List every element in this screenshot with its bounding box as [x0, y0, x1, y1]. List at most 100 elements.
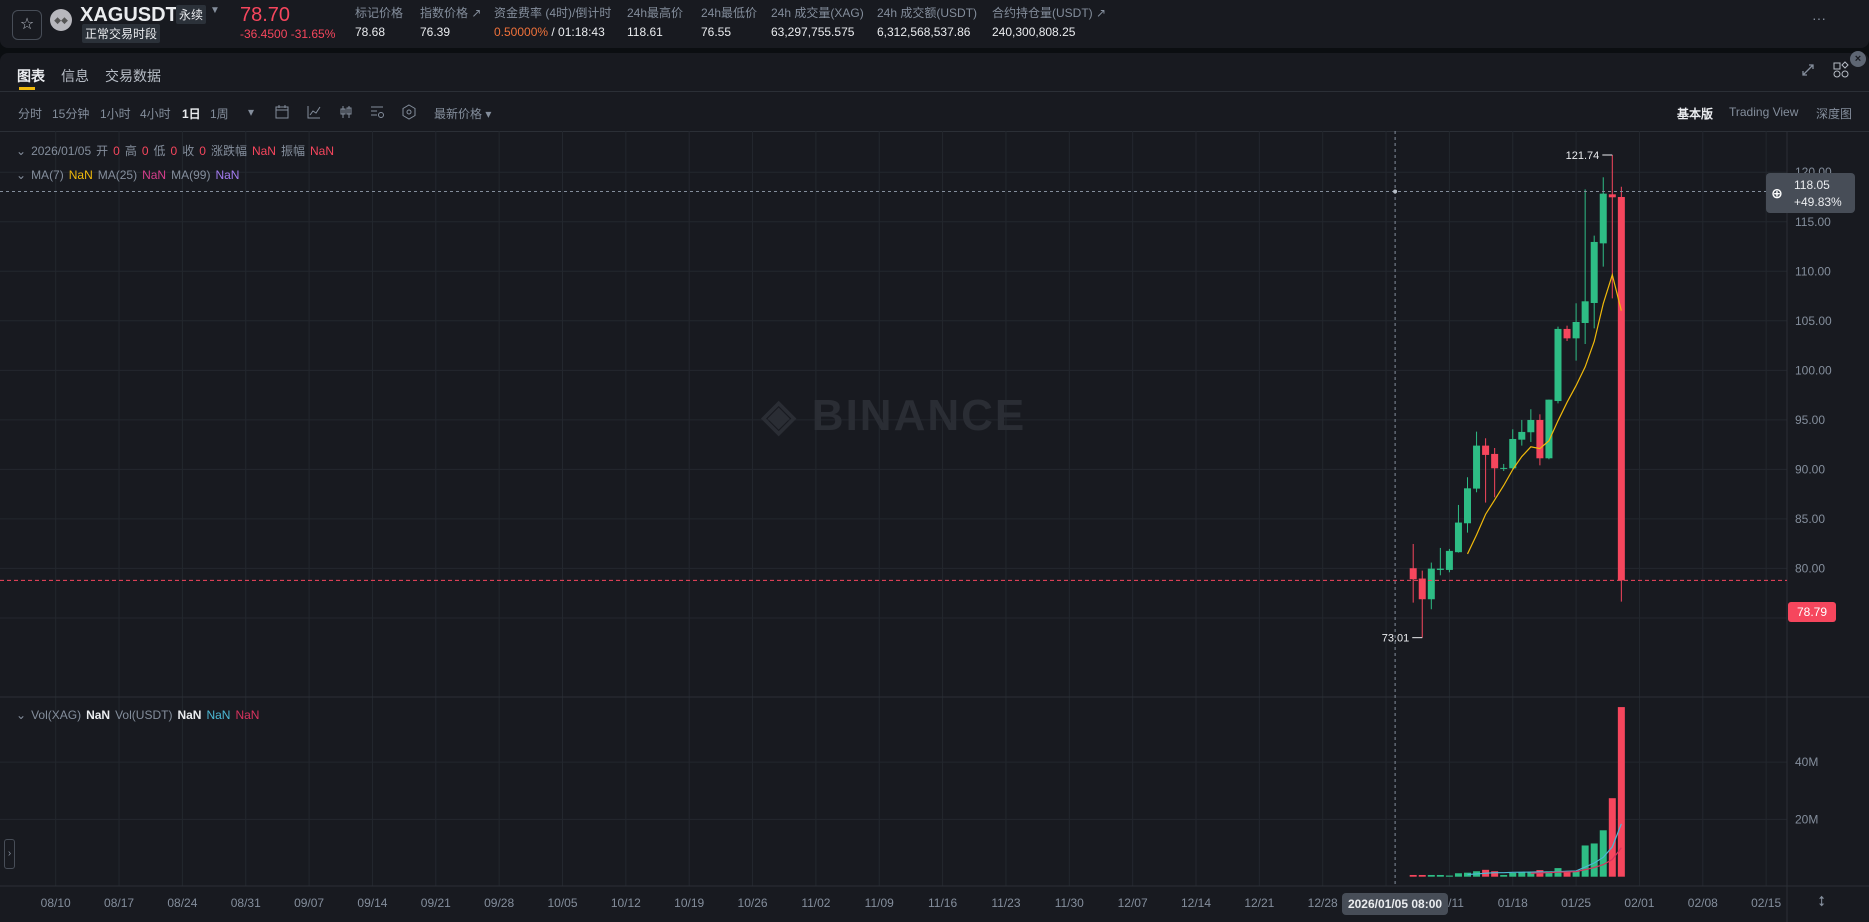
candle-body [1527, 419, 1535, 433]
volume-bar [1491, 871, 1499, 877]
hexagon-settings-icon[interactable] [401, 104, 417, 120]
x-tick-label: 11/02 [801, 896, 830, 910]
fullscreen-expand-icon[interactable] [1800, 62, 1816, 78]
candle-body [1554, 328, 1562, 402]
x-tick-label: 10/05 [547, 896, 577, 910]
close-icon[interactable]: × [1850, 51, 1866, 67]
collapse-chevron-icon[interactable]: ⌄ [16, 168, 26, 182]
volume-bar [1409, 874, 1417, 877]
volume-bar [1518, 872, 1526, 877]
tab-chart[interactable]: 图表 [17, 66, 45, 86]
price-tick-label: 95.00 [1795, 413, 1825, 427]
low-label: 低 [153, 144, 166, 158]
last-price: 78.70 [240, 4, 291, 26]
legend-date: 2026/01/05 [31, 144, 92, 158]
volume-ma-line-a [1467, 823, 1622, 876]
stat-label: 合约持仓量(USDT) ↗ [992, 6, 1107, 20]
stat-label: 24h 成交量(XAG) [771, 6, 864, 20]
more-intervals-dropdown-icon[interactable]: ▾ [248, 105, 254, 119]
x-tick-label: 09/07 [294, 896, 324, 910]
crosshair-percent: +49.83% [1794, 195, 1842, 209]
amplitude-value: NaN [309, 144, 334, 158]
more-icon[interactable]: ··· [1812, 10, 1826, 26]
stat-value: 78.68 [355, 25, 386, 39]
x-tick-label: 09/14 [357, 896, 387, 910]
candle-body [1563, 328, 1571, 339]
open-value: 0 [113, 144, 120, 158]
interval-4[interactable]: 1日 [182, 105, 201, 122]
stat-label: 24h 成交额(USDT) [877, 6, 978, 20]
x-tick-label: 01/18 [1498, 896, 1528, 910]
symbol-dropdown-icon[interactable]: ▼ [210, 5, 220, 16]
expand-sidebar-chevron-icon[interactable]: › [4, 839, 15, 869]
price-tick-label: 100.00 [1795, 363, 1832, 377]
high-price-label: 121.74 [1566, 150, 1600, 162]
session-badge: 正常交易时段 [82, 24, 161, 43]
candlestick-chart[interactable]: 120.00115.00110.00105.00100.0095.0090.00… [0, 131, 1869, 922]
x-tick-label: 02/08 [1688, 896, 1718, 910]
volume-legend: ⌄ Vol(XAG) NaN Vol(USDT) NaN NaN NaN [16, 708, 264, 722]
candle-body [1518, 431, 1526, 440]
auto-fit-scale-icon[interactable]: ⭥ [1818, 893, 1826, 910]
candle-body [1590, 241, 1598, 303]
candle-body [1482, 445, 1490, 455]
volume-bar [1599, 830, 1607, 877]
vol-xag-label: Vol(XAG) [31, 708, 82, 722]
crosshair-price-label: 118.05 +49.83% [1788, 173, 1855, 213]
interval-1[interactable]: 15分钟 [52, 105, 89, 122]
x-tick-label: 02/01 [1624, 896, 1654, 910]
vol-ma-b-value: NaN [235, 708, 260, 722]
layout-widgets-icon[interactable] [1832, 61, 1850, 79]
tab-info[interactable]: 信息 [61, 66, 89, 86]
view-1[interactable]: Trading View [1729, 105, 1798, 119]
price-type-dropdown[interactable]: 最新价格 ▾ [434, 105, 491, 122]
collapse-chevron-icon[interactable]: ⌄ [16, 144, 26, 158]
ticker-header: ☆ ◆◆ XAGUSDT 永续 ▼ 正常交易时段 78.70 -36.4500 … [0, 0, 1869, 48]
x-tick-label: 12/21 [1244, 896, 1274, 910]
x-tick-label: 08/17 [104, 896, 134, 910]
x-tick-label: 09/28 [484, 896, 514, 910]
candle-body [1617, 196, 1625, 581]
vol-ma-a-value: NaN [206, 708, 231, 722]
ma7-label: MA(7) [31, 168, 64, 182]
volume-bar [1509, 872, 1517, 877]
interval-5[interactable]: 1周 [210, 105, 229, 122]
candle-type-icon[interactable] [338, 104, 354, 120]
favorite-star-icon[interactable]: ☆ [12, 10, 42, 40]
volume-bar [1590, 843, 1598, 877]
x-tick-label: 08/10 [41, 896, 71, 910]
calendar-icon[interactable] [274, 104, 290, 120]
candle-body [1427, 568, 1435, 600]
candle-body [1581, 301, 1589, 323]
x-tick-label: 08/31 [231, 896, 261, 910]
candle-body [1500, 467, 1508, 469]
candle-body [1599, 193, 1607, 244]
add-alert-plus-icon[interactable]: ⊕ [1766, 173, 1788, 213]
view-0[interactable]: 基本版 [1677, 105, 1713, 122]
x-tick-label: 08/24 [167, 896, 197, 910]
high-value: 0 [141, 144, 149, 158]
interval-0[interactable]: 分时 [18, 105, 42, 122]
price-tick-label: 90.00 [1795, 462, 1825, 476]
contract-type-badge: 永续 [176, 5, 207, 24]
view-2[interactable]: 深度图 [1816, 105, 1852, 122]
candle-body [1509, 438, 1517, 469]
stat-label: 24h最低价 [701, 6, 758, 20]
indicator-icon[interactable] [306, 104, 322, 120]
settings-list-icon[interactable] [369, 104, 385, 120]
candle-body [1436, 568, 1444, 570]
x-tick-label: 09/21 [421, 896, 451, 910]
ma99-value: NaN [215, 168, 240, 182]
x-tick-label: 02/15 [1751, 896, 1781, 910]
interval-3[interactable]: 4小时 [140, 105, 171, 122]
ma-legend: ⌄ MA(7) NaN MA(25) NaN MA(99) NaN [16, 168, 244, 182]
stat-label: 资金费率 (4时)/倒计时 [494, 6, 612, 20]
candle-body [1545, 399, 1553, 459]
collapse-chevron-icon[interactable]: ⌄ [16, 708, 26, 722]
price-tick-label: 80.00 [1795, 561, 1825, 575]
change-label: 涨跌幅 [210, 144, 247, 158]
interval-2[interactable]: 1小时 [100, 105, 131, 122]
x-tick-label: 12/14 [1181, 896, 1211, 910]
crosshair-price: 118.05 [1794, 178, 1830, 192]
tab-trading-data[interactable]: 交易数据 [105, 66, 161, 86]
